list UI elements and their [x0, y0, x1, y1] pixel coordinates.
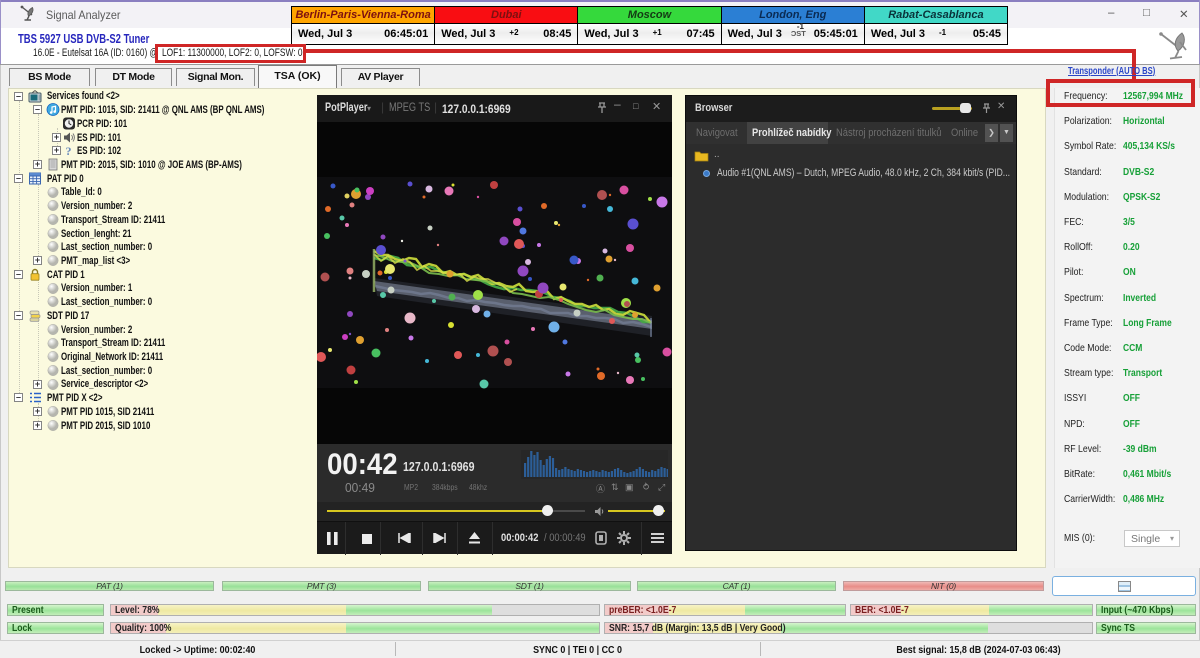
svg-text:?: ? — [66, 144, 72, 157]
